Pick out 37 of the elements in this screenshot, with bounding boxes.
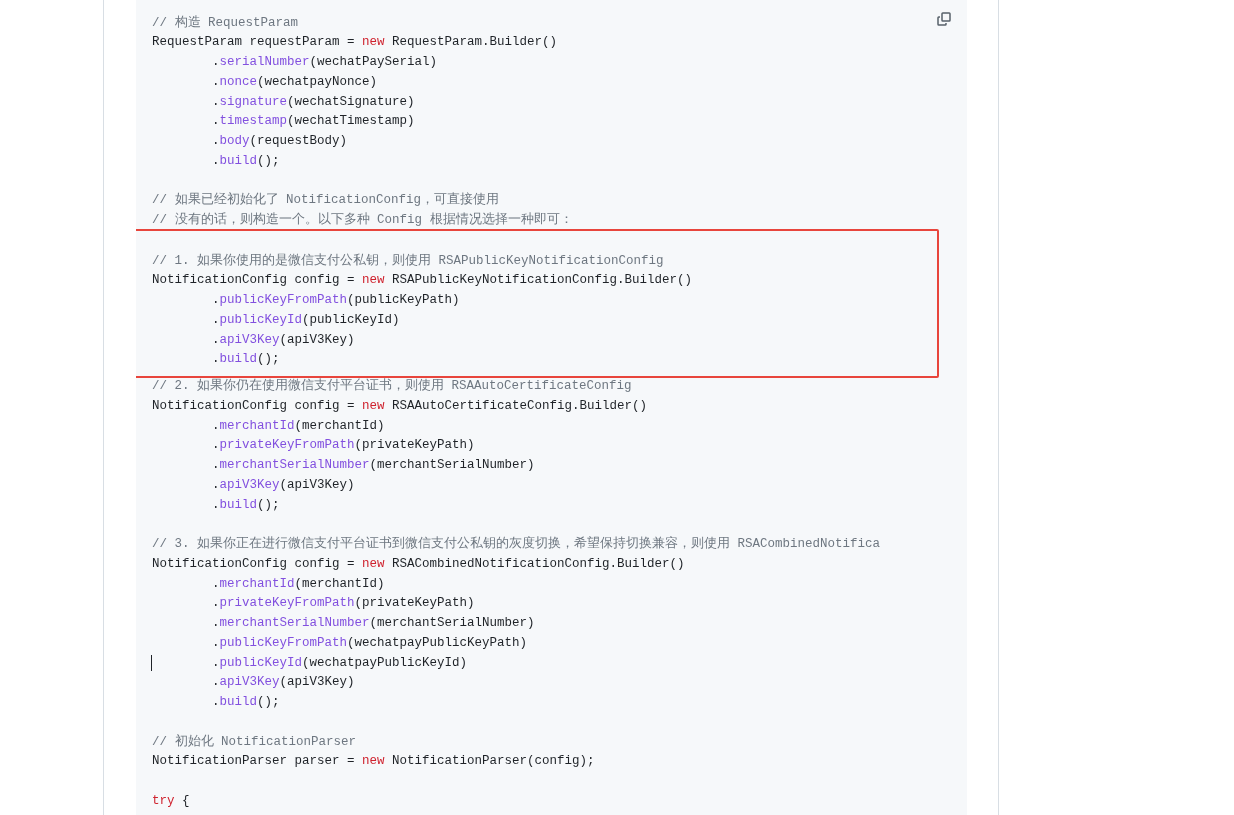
code-line: // 没有的话，则构造一个。以下多种 Config 根据情况选择一种即可： [152, 211, 573, 229]
code-line: .nonce(wechatpayNonce) [211, 73, 378, 91]
code-line: .apiV3Key(apiV3Key) [211, 476, 355, 494]
code-line: // 如果已经初始化了 NotificationConfig，可直接使用 [152, 191, 500, 210]
code-line: .build(); [211, 496, 280, 514]
code-line: // 3. 如果你正在进行微信支付平台证书到微信支付公私钥的灰度切换，希望保持切换兼容，则使用 RSACombinedNotifica [152, 535, 881, 553]
code-line: .timestamp(wechatTimestamp) [211, 113, 415, 131]
code-line: .publicKeyFromPath(publicKeyPath) [211, 292, 460, 309]
code-line: .publicKeyId(publicKeyId) [211, 311, 400, 329]
code-line: // 1. 如果你使用的是微信支付公私钥，则使用 RSAPublicKeyNotificationConfig [152, 252, 664, 270]
code-line: .merchantSerialNumber(merchantSerialNumber) [211, 615, 535, 632]
code-line: .build(); [211, 152, 280, 170]
code-line: .serialNumber(wechatPaySerial) [211, 54, 438, 71]
code-line: // 初始化 NotificationParser [152, 733, 357, 751]
code-line: .apiV3Key(apiV3Key) [211, 674, 355, 692]
copy-button[interactable] [935, 10, 953, 28]
code-line: .merchantId(merchantId) [211, 575, 385, 593]
code-line: NotificationConfig config = new RSACombinedNotificationConfig.Builder() [152, 555, 685, 573]
code-line: // 构造 RequestParam [152, 14, 299, 32]
code-line: .signature(wechatSignature) [211, 93, 415, 111]
code-line: .publicKeyFromPath(wechatpayPublicKeyPath) [211, 634, 528, 652]
code-line: .publicKeyId(wechatpayPublicKeyId) [152, 653, 468, 673]
code-line: .apiV3Key(apiV3Key) [211, 331, 355, 349]
code-line: .build(); [211, 694, 280, 711]
code-line: .body(requestBody) [211, 133, 348, 150]
code-line: try { [152, 792, 190, 810]
code-line: .merchantSerialNumber(merchantSerialNumber) [211, 457, 535, 474]
code-line: RequestParam requestParam = new RequestParam.Builder() [152, 34, 558, 52]
code-line: .privateKeyFromPath(privateKeyPath) [211, 595, 475, 613]
code-line: NotificationConfig config = new RSAPublicKeyNotificationConfig.Builder() [152, 272, 693, 290]
code-line: .privateKeyFromPath(privateKeyPath) [211, 437, 475, 455]
code-line: // 2. 如果你仍在使用微信支付平台证书，则使用 RSAAutoCertificateConfig [152, 377, 632, 395]
code-line: NotificationConfig config = new RSAAutoCertificateConfig.Builder() [152, 397, 648, 415]
code-line: .merchantId(merchantId) [211, 417, 385, 435]
copy-icon [936, 11, 952, 27]
code-line: NotificationParser parser = new NotificationParser(config); [152, 753, 595, 771]
code-line: .build(); [211, 351, 280, 369]
